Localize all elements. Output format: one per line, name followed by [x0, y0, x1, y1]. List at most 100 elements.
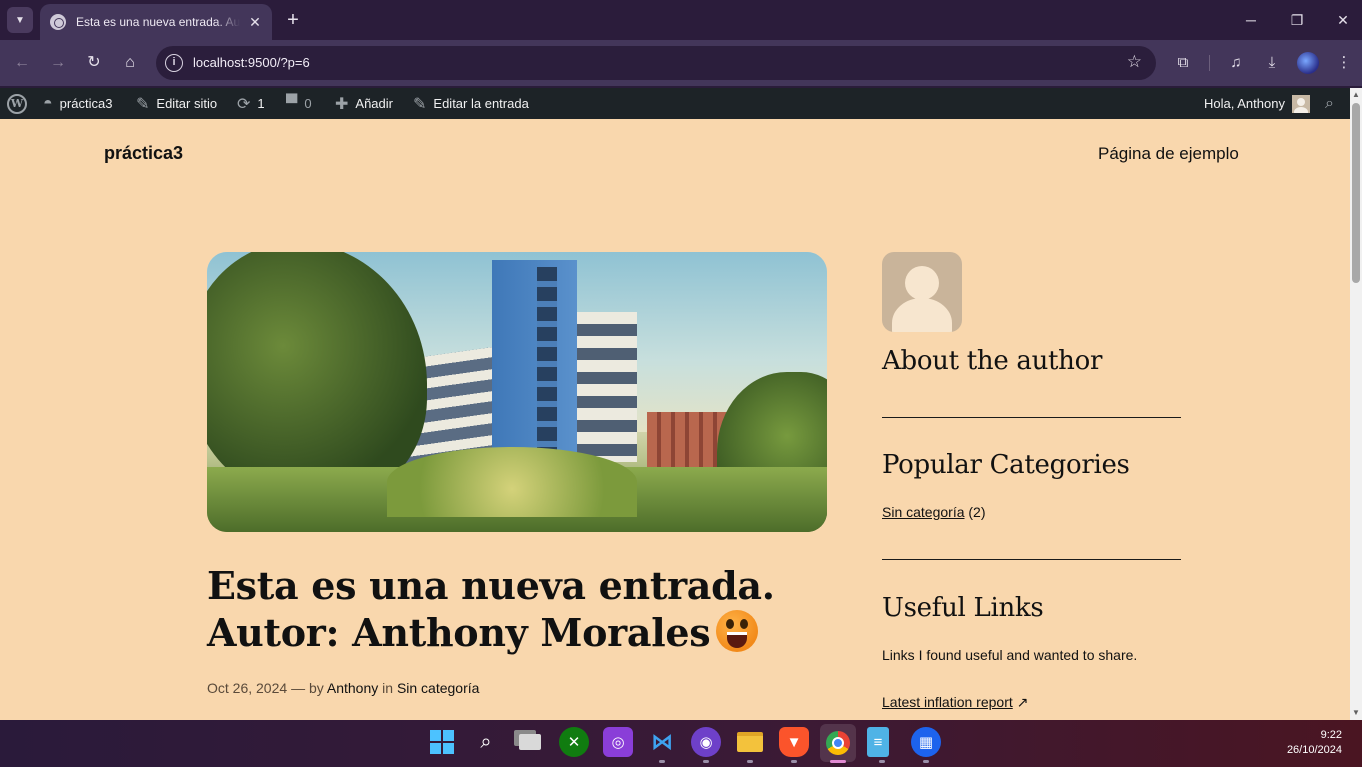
windows-start-icon[interactable]: [427, 727, 457, 757]
wp-admin-bar: W ◓ práctica3 ✎ Editar sitio ⟳ 1 ▀ 0 ✚ A…: [0, 88, 1350, 119]
site-info-icon[interactable]: i: [165, 54, 183, 72]
add-new-label: Añadir: [355, 96, 393, 111]
post-meta: Oct 26, 2024 — by Anthony in Sin categor…: [207, 680, 479, 696]
browser-menu-icon[interactable]: ⋮: [1332, 51, 1356, 75]
close-window-button[interactable]: ✕: [1332, 8, 1354, 32]
brave-browser-icon[interactable]: ▼: [779, 727, 809, 757]
download-icon[interactable]: ⤓: [1260, 51, 1284, 75]
useful-link-item: Latest inflation report ↗: [882, 694, 1028, 711]
post-category-link[interactable]: Sin categoría: [397, 680, 480, 696]
wp-logo-menu[interactable]: W: [7, 88, 27, 119]
github-desktop-icon[interactable]: ◉: [691, 727, 721, 757]
edit-post-menu[interactable]: ✎ Editar la entrada: [413, 88, 529, 119]
running-indicator: [879, 760, 885, 763]
chrome-icon[interactable]: [820, 724, 856, 762]
dashboard-icon: ◓: [43, 94, 53, 112]
docker-icon[interactable]: ▦: [911, 727, 941, 757]
featured-image: [207, 252, 827, 532]
file-explorer-icon[interactable]: [735, 727, 765, 757]
image-tower-windows: [537, 267, 557, 462]
home-icon[interactable]: ⌂: [118, 51, 142, 75]
url-text[interactable]: localhost:9500/?p=6: [193, 55, 310, 70]
post-title-text: Esta es una nueva entrada. Autor: Anthon…: [207, 563, 775, 655]
user-avatar: [1291, 94, 1310, 113]
address-bar[interactable]: i localhost:9500/?p=6 ☆: [156, 46, 1156, 80]
category-list-item: Sin categoría (2): [882, 504, 986, 520]
scrollbar-thumb[interactable]: [1352, 103, 1360, 283]
edit-site-menu[interactable]: ✎ Editar sitio: [136, 88, 217, 119]
running-indicator: [703, 760, 709, 763]
windows-taskbar: ⌕ ✕ ◎ ⋈ ◉ ▼ ≡ ▦ 9:22 26/10/2024: [0, 720, 1362, 767]
comments-menu[interactable]: ▀ 0: [286, 88, 312, 119]
sidebar-divider: [882, 417, 1181, 418]
bookmark-star-icon[interactable]: ☆: [1127, 52, 1142, 72]
image-building-tower: [492, 260, 577, 470]
post-author-link[interactable]: Anthony: [327, 680, 378, 696]
minimize-button[interactable]: ─: [1240, 8, 1262, 32]
app-icon[interactable]: ◎: [603, 727, 633, 757]
external-link-arrow-icon: ↗: [1016, 694, 1029, 710]
useful-links-description: Links I found useful and wanted to share…: [882, 647, 1138, 663]
nav-link-sample-page[interactable]: Página de ejemplo: [1098, 144, 1239, 164]
image-tree-left: [207, 252, 427, 502]
comment-icon: ▀: [286, 94, 298, 112]
my-account-menu[interactable]: Hola, Anthony: [1204, 88, 1310, 119]
admin-search[interactable]: ⌕: [1325, 88, 1334, 119]
browser-tab-strip: ▼ Esta es una nueva entrada. Autor: Anth…: [0, 0, 1362, 40]
popular-categories-heading: Popular Categories: [882, 450, 1130, 480]
profile-avatar-icon[interactable]: [1297, 52, 1319, 74]
grinning-face-emoji-icon: [716, 610, 759, 652]
sidebar-divider: [882, 559, 1181, 560]
clock-time: 9:22: [1320, 729, 1342, 741]
site-title[interactable]: práctica3: [104, 143, 183, 164]
post-title: Esta es una nueva entrada. Autor: Anthon…: [207, 562, 827, 656]
updates-icon: ⟳: [237, 95, 251, 113]
tab-search-button[interactable]: ▼: [7, 7, 33, 33]
vscode-icon[interactable]: ⋈: [647, 727, 677, 757]
chevron-down-icon: ▼: [15, 14, 25, 26]
system-clock[interactable]: 9:22 26/10/2024: [1287, 728, 1342, 758]
search-icon[interactable]: ⌕: [471, 727, 501, 757]
extensions-icon[interactable]: ⧉: [1171, 51, 1195, 75]
category-link[interactable]: Sin categoría: [882, 504, 965, 520]
forward-arrow-icon[interactable]: →: [46, 51, 70, 75]
tab-title: Esta es una nueva entrada. Autor: Anthon…: [76, 15, 240, 29]
edit-site-label: Editar sitio: [156, 96, 218, 111]
greeting-label: Hola, Anthony: [1204, 96, 1285, 111]
maximize-button[interactable]: ❐: [1286, 8, 1308, 32]
running-indicator: [659, 760, 665, 763]
meta-dash: —: [291, 680, 306, 696]
site-name-label: práctica3: [59, 96, 113, 111]
edit-post-label: Editar la entrada: [433, 96, 529, 111]
new-tab-button[interactable]: +: [282, 8, 304, 32]
scroll-down-arrow-icon[interactable]: ▼: [1350, 706, 1362, 720]
updates-menu[interactable]: ⟳ 1: [237, 88, 265, 119]
add-new-menu[interactable]: ✚ Añadir: [335, 88, 393, 119]
useful-links-heading: Useful Links: [882, 593, 1044, 623]
meta-in: in: [382, 680, 394, 696]
image-bushes: [387, 447, 637, 517]
task-view-icon[interactable]: [515, 727, 545, 757]
active-tab[interactable]: Esta es una nueva entrada. Autor: Anthon…: [40, 4, 272, 40]
page-content: práctica3 Página de ejemplo Esta es una …: [0, 119, 1350, 720]
notepad-icon[interactable]: ≡: [867, 727, 889, 757]
scroll-up-arrow-icon[interactable]: ▲: [1350, 88, 1362, 102]
toolbar-divider: [1209, 55, 1210, 71]
meta-by: by: [308, 680, 324, 696]
running-indicator: [747, 760, 753, 763]
active-app-indicator: [830, 760, 846, 763]
inflation-report-link[interactable]: Latest inflation report: [882, 694, 1013, 710]
running-indicator: [791, 760, 797, 763]
site-name-menu[interactable]: ◓ práctica3: [43, 88, 112, 119]
back-arrow-icon[interactable]: ←: [10, 51, 34, 75]
media-controls-icon[interactable]: ♫: [1224, 51, 1248, 75]
reload-icon[interactable]: ↻: [82, 51, 106, 75]
xbox-icon[interactable]: ✕: [559, 727, 589, 757]
pencil-icon: ✎: [413, 95, 427, 113]
running-indicator: [923, 760, 929, 763]
browser-toolbar: ← → ↻ ⌂ i localhost:9500/?p=6 ☆ ⧉ ♫ ⤓ ⋮: [0, 40, 1362, 86]
brush-icon: ✎: [136, 95, 150, 113]
page-scrollbar[interactable]: ▲ ▼: [1350, 88, 1362, 720]
category-count: (2): [968, 504, 986, 520]
close-tab-icon[interactable]: ✕: [248, 14, 262, 31]
